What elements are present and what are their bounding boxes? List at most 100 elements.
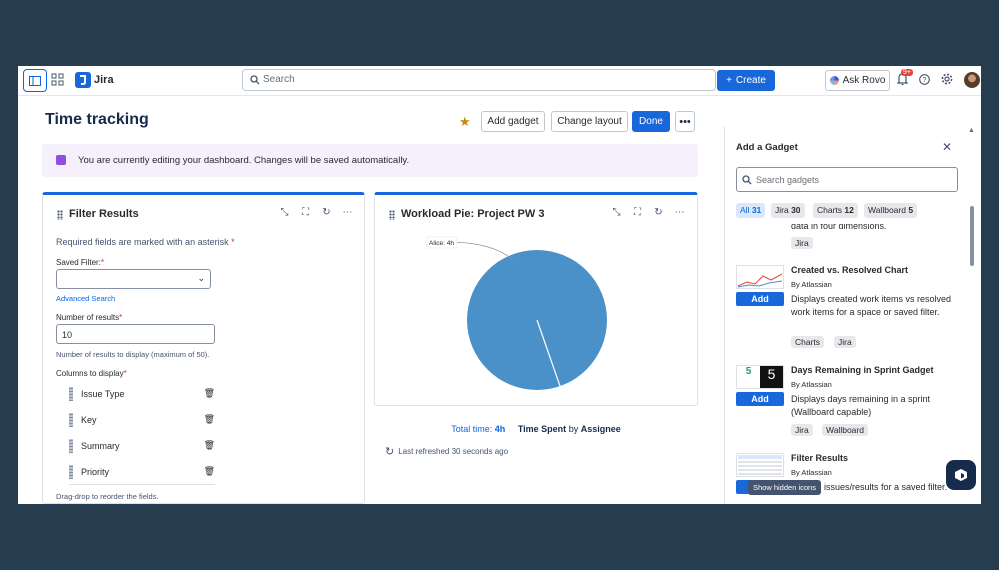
line-chart-thumbnail-icon	[737, 273, 783, 288]
group-by-label: Assignee	[580, 424, 621, 434]
top-navigation: Jira Search + Create Ask Rovo 9+ ?	[18, 66, 981, 96]
tag: Jira	[834, 336, 856, 348]
edit-note-icon	[56, 155, 66, 165]
create-button[interactable]: + Create	[717, 70, 775, 91]
advanced-search-link[interactable]: Advanced Search	[56, 294, 115, 303]
number-help-text: Number of results to display (maximum of…	[56, 350, 210, 359]
trash-icon[interactable]: 🗑	[204, 414, 215, 425]
done-button[interactable]: Done	[632, 111, 670, 132]
drag-grip-icon[interactable]	[69, 439, 73, 453]
app-window: Jira Search + Create Ask Rovo 9+ ? Time …	[18, 66, 981, 504]
drag-help-text: Drag-drop to reorder the fields.	[56, 492, 159, 501]
gadget-description: the issues/results for a saved filter.	[809, 482, 948, 492]
saved-filter-label: Saved Filter:*	[56, 258, 105, 267]
column-name: Summary	[81, 441, 120, 451]
days-thumb-dark: 5	[760, 366, 783, 388]
filter-chip-all[interactable]: All 31	[736, 203, 766, 218]
number-of-results-label: Number of results*	[56, 313, 123, 322]
gadget-author: By Atlassian	[791, 380, 832, 389]
ellipsis-icon[interactable]: ⋯	[342, 207, 353, 218]
column-name: Issue Type	[81, 389, 125, 399]
gadget-list: data in four dimensions. Jira Add Create…	[725, 224, 970, 504]
refresh-icon[interactable]: ↻	[385, 445, 394, 458]
scroll-up-arrow-icon[interactable]: ▲	[968, 127, 975, 134]
svg-text:?: ?	[923, 77, 927, 84]
minimize-icon[interactable]: ⤡	[279, 207, 290, 218]
add-gadget-panel: Add a Gadget ✕ Search gadgets All 31 Jir…	[724, 126, 981, 504]
drag-grip-icon[interactable]	[69, 465, 73, 479]
gadget-description: data in four dimensions.	[791, 224, 887, 231]
table-thumbnail-icon	[738, 455, 782, 475]
notifications-badge: 9+	[901, 69, 913, 76]
slice-label: Alice: 4h	[429, 240, 454, 247]
add-gadget-button[interactable]: Add gadget	[481, 111, 545, 132]
number-of-results-input[interactable]: 10	[56, 324, 215, 344]
banner-text: You are currently editing your dashboard…	[78, 155, 410, 166]
add-gadget-button[interactable]: Add	[736, 292, 784, 306]
hexagon-logo-icon	[955, 469, 967, 481]
panel-title: Add a Gadget	[736, 142, 798, 153]
gadget-description: Displays days remaining in a sprint (Wal…	[791, 394, 931, 417]
trash-icon[interactable]: 🗑	[204, 466, 215, 477]
app-name[interactable]: Jira	[94, 74, 114, 86]
panel-scrollbar[interactable]	[970, 206, 974, 266]
app-switcher-icon[interactable]	[51, 73, 65, 87]
trash-icon[interactable]: 🗑	[204, 440, 215, 451]
last-refreshed-text: Last refreshed 30 seconds ago	[398, 447, 509, 456]
add-gadget-button[interactable]: Add	[736, 392, 784, 406]
floating-help-button[interactable]	[946, 460, 976, 490]
saved-filter-select[interactable]: ⌄	[56, 269, 211, 289]
divider	[69, 484, 215, 485]
sidebar-toggle-button[interactable]	[23, 69, 47, 92]
user-avatar[interactable]	[964, 72, 980, 88]
gadget-search-input[interactable]: Search gadgets	[736, 167, 958, 192]
workload-pie-gadget: Workload Pie: Project PW 3 ⤡ ⛶ ↻ ⋯ Alice…	[374, 192, 698, 458]
gadget-author: By Atlassian	[791, 280, 832, 289]
gadget-thumbnail	[736, 265, 784, 289]
column-row[interactable]: Key 🗑	[69, 408, 215, 432]
star-favorite-icon[interactable]: ★	[459, 114, 471, 130]
columns-label: Columns to display*	[56, 369, 127, 378]
drag-grip-icon[interactable]	[69, 413, 73, 427]
help-icon[interactable]: ?	[919, 74, 930, 85]
filter-results-gadget: Filter Results ⤡ ⛶ ↻ ⋯ Required fields a…	[42, 192, 365, 504]
search-icon	[742, 175, 752, 185]
filter-chip-jira[interactable]: Jira 30	[771, 203, 805, 218]
tooltip: Show hidden icons	[748, 480, 821, 495]
column-row[interactable]: Summary 🗑	[69, 434, 215, 458]
close-icon[interactable]: ✕	[942, 140, 952, 154]
search-input[interactable]: Search	[242, 69, 716, 91]
gadget-name: Days Remaining in Sprint Gadget	[791, 365, 934, 375]
column-name: Key	[81, 415, 97, 425]
gadget-name: Filter Results	[791, 453, 849, 463]
more-actions-button[interactable]: •••	[675, 111, 695, 132]
filter-chip-wallboard[interactable]: Wallboard 5	[864, 203, 918, 218]
column-row[interactable]: Priority 🗑	[69, 460, 215, 484]
required-note: Required fields are marked with an aster…	[56, 237, 235, 247]
refresh-icon[interactable]: ↻	[321, 207, 332, 218]
ask-rovo-button[interactable]: Ask Rovo	[825, 70, 890, 91]
filter-chip-charts[interactable]: Charts 12	[813, 203, 858, 218]
gadget-name: Created vs. Resolved Chart	[791, 265, 909, 275]
gadget-actions: ⤡ ⛶ ↻ ⋯	[279, 207, 353, 218]
column-row[interactable]: Issue Type 🗑	[69, 382, 215, 406]
drag-grip-icon[interactable]	[69, 387, 73, 401]
fullscreen-icon[interactable]: ⛶	[300, 207, 311, 218]
settings-gear-icon[interactable]	[941, 73, 953, 85]
ellipsis-icon: •••	[679, 115, 691, 128]
tag: Jira	[791, 424, 813, 436]
trash-icon[interactable]: 🗑	[204, 388, 215, 399]
drag-handle-icon[interactable]	[57, 210, 63, 220]
by-word: by	[568, 424, 579, 434]
search-icon	[250, 75, 260, 85]
pie-footer: Total time: 4h Time Spent by Assignee	[375, 424, 697, 434]
jira-logo-icon[interactable]	[75, 72, 91, 88]
plus-icon: +	[726, 75, 732, 86]
tag: Wallboard	[822, 424, 868, 436]
change-layout-button[interactable]: Change layout	[551, 111, 628, 132]
create-label: Create	[735, 75, 766, 86]
gadget-title: Filter Results	[69, 208, 139, 220]
tag: Charts	[791, 336, 825, 348]
days-thumb-light: 5	[737, 366, 760, 388]
ask-rovo-label: Ask Rovo	[842, 75, 886, 86]
